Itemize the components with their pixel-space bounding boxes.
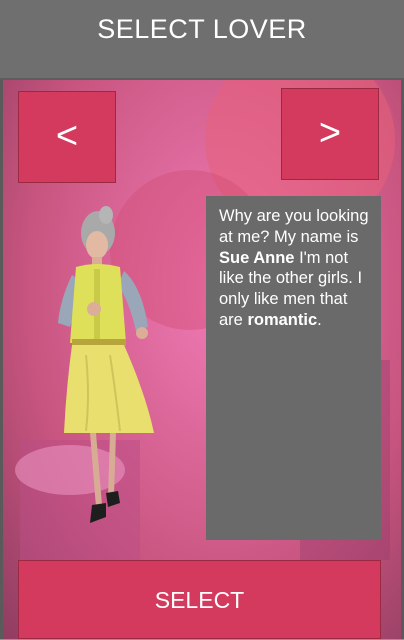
character-name: Sue Anne [219,248,295,267]
previous-lover-button[interactable]: < [18,91,116,183]
character-trait: romantic [247,310,318,329]
next-lover-button[interactable]: > [281,88,379,180]
left-frame-edge [0,80,3,639]
dialogue-text-part3: . [317,310,322,329]
dialogue-text-part1: Why are you looking at me? My name is [219,207,369,246]
header-bar: SELECT LOVER [0,0,404,80]
character-figure [58,206,154,523]
select-button[interactable]: SELECT [18,560,381,639]
page-title: SELECT LOVER [97,14,307,44]
dialogue-bubble: Why are you looking at me? My name is Su… [206,196,381,540]
